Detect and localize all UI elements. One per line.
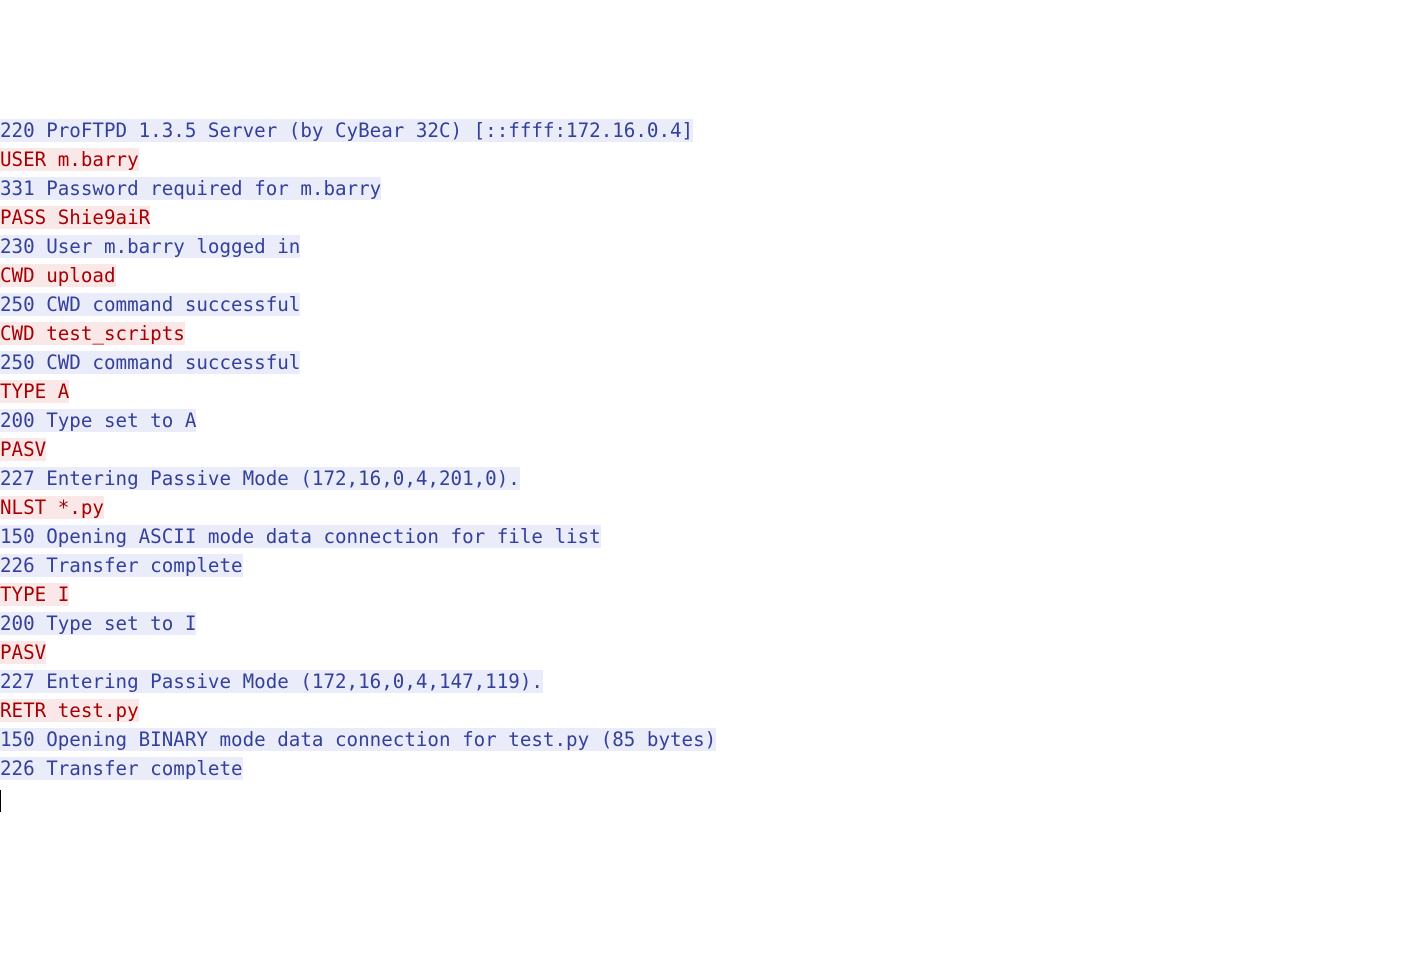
ftp-response-line[interactable]: 250 CWD command successful (0, 348, 1414, 377)
ftp-response-line[interactable]: 200 Type set to I (0, 609, 1414, 638)
line-text: 226 Transfer complete (0, 757, 243, 780)
line-text: 250 CWD command successful (0, 351, 300, 374)
ftp-response-line[interactable]: 220 ProFTPD 1.3.5 Server (by CyBear 32C)… (0, 116, 1414, 145)
ftp-request-line[interactable]: PASV (0, 435, 1414, 464)
cursor-line (0, 783, 1414, 812)
ftp-response-line[interactable]: 200 Type set to A (0, 406, 1414, 435)
line-text: PASV (0, 438, 46, 461)
line-text: 250 CWD command successful (0, 293, 300, 316)
ftp-request-line[interactable]: CWD test_scripts (0, 319, 1414, 348)
line-text: 331 Password required for m.barry (0, 177, 381, 200)
line-text: CWD test_scripts (0, 322, 185, 345)
line-text: PASV (0, 641, 46, 664)
ftp-response-line[interactable]: 226 Transfer complete (0, 551, 1414, 580)
ftp-request-line[interactable]: PASS Shie9aiR (0, 203, 1414, 232)
ftp-request-line[interactable]: RETR test.py (0, 696, 1414, 725)
line-text: 226 Transfer complete (0, 554, 243, 577)
ftp-request-line[interactable]: TYPE A (0, 377, 1414, 406)
line-text: CWD upload (0, 264, 116, 287)
line-text: TYPE I (0, 583, 69, 606)
ftp-request-line[interactable]: NLST *.py (0, 493, 1414, 522)
ftp-response-line[interactable]: 230 User m.barry logged in (0, 232, 1414, 261)
ftp-request-line[interactable]: CWD upload (0, 261, 1414, 290)
ftp-request-line[interactable]: TYPE I (0, 580, 1414, 609)
line-text: 150 Opening BINARY mode data connection … (0, 728, 716, 751)
line-text: 227 Entering Passive Mode (172,16,0,4,14… (0, 670, 543, 693)
line-text: TYPE A (0, 380, 69, 403)
ftp-response-line[interactable]: 150 Opening BINARY mode data connection … (0, 725, 1414, 754)
line-text: 150 Opening ASCII mode data connection f… (0, 525, 601, 548)
line-text: RETR test.py (0, 699, 139, 722)
ftp-response-line[interactable]: 226 Transfer complete (0, 754, 1414, 783)
ftp-response-line[interactable]: 227 Entering Passive Mode (172,16,0,4,14… (0, 667, 1414, 696)
line-text: 230 User m.barry logged in (0, 235, 300, 258)
line-text: 220 ProFTPD 1.3.5 Server (by CyBear 32C)… (0, 119, 693, 142)
line-text: 200 Type set to A (0, 409, 196, 432)
line-text: 200 Type set to I (0, 612, 196, 635)
ftp-request-line[interactable]: PASV (0, 638, 1414, 667)
ftp-request-line[interactable]: USER m.barry (0, 145, 1414, 174)
ftp-response-line[interactable]: 250 CWD command successful (0, 290, 1414, 319)
ftp-response-line[interactable]: 227 Entering Passive Mode (172,16,0,4,20… (0, 464, 1414, 493)
ftp-response-line[interactable]: 150 Opening ASCII mode data connection f… (0, 522, 1414, 551)
ftp-response-line[interactable]: 331 Password required for m.barry (0, 174, 1414, 203)
line-text: USER m.barry (0, 148, 139, 171)
text-cursor (0, 790, 1, 812)
line-text: NLST *.py (0, 496, 104, 519)
ftp-stream-output[interactable]: 220 ProFTPD 1.3.5 Server (by CyBear 32C)… (0, 116, 1414, 812)
line-text: 227 Entering Passive Mode (172,16,0,4,20… (0, 467, 520, 490)
line-text: PASS Shie9aiR (0, 206, 150, 229)
